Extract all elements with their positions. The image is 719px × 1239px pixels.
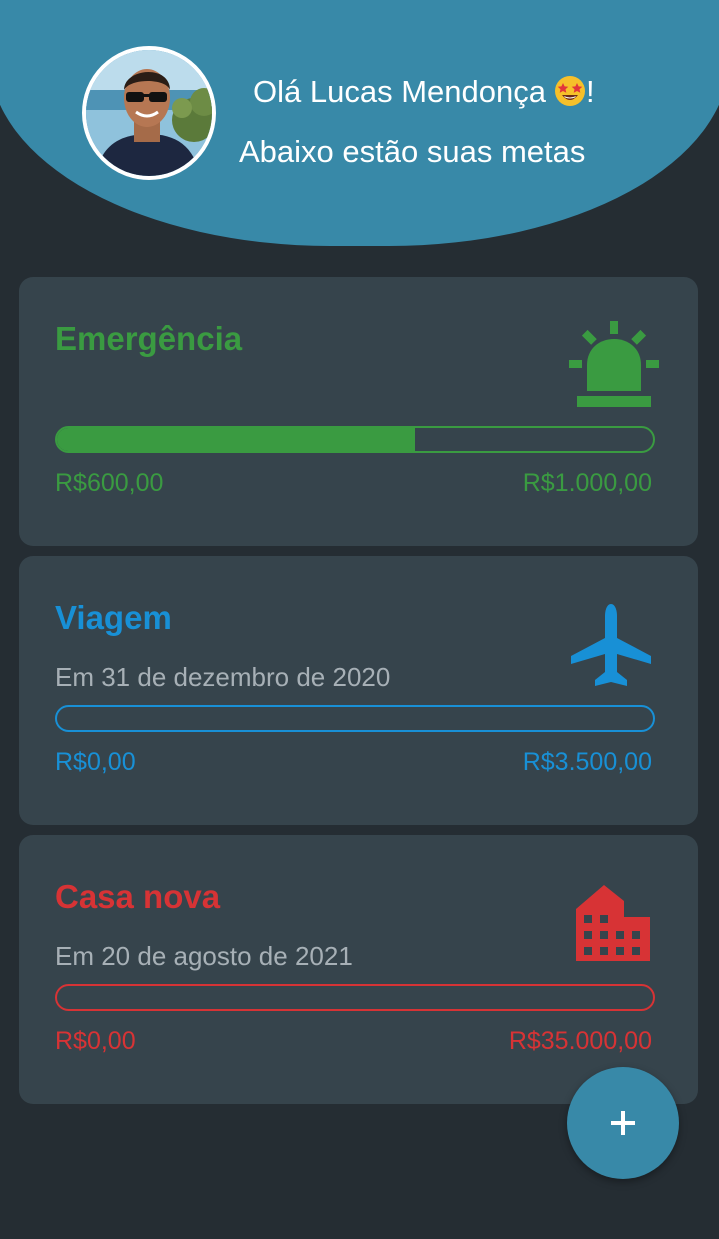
goal-card-emergencia[interactable]: Emergência R$600,00 R$1.000,00 [19,277,698,546]
goal-title: Casa nova [55,878,221,915]
add-goal-button[interactable] [567,1067,679,1179]
avatar[interactable] [82,46,216,180]
plus-icon [611,1111,635,1135]
goal-title: Emergência [55,320,243,357]
subtitle-text: Abaixo estão suas metas [239,134,586,169]
building-icon [576,885,650,961]
target-amount: R$1.000,00 [522,469,652,497]
progress-bar-fill [57,428,415,451]
goal-title: Viagem [55,599,172,636]
current-amount: R$0,00 [55,748,136,776]
current-amount: R$0,00 [55,1027,136,1055]
current-amount: R$600,00 [55,469,164,497]
airplane-icon [571,604,651,686]
siren-icon [569,321,659,407]
greeting-name: Olá Lucas Mendonça [253,74,546,109]
progress-bar [55,984,655,1011]
target-amount: R$3.500,00 [522,748,652,776]
goal-date: Em 31 de dezembro de 2020 [55,662,391,692]
target-amount: R$35.000,00 [508,1027,652,1055]
goal-card-casa-nova[interactable]: Casa nova Em 20 de agosto de 2021 R$0,00… [19,835,698,1104]
greeting-text: Olá Lucas Mendonça ! [253,74,653,110]
progress-bar [55,426,655,453]
goal-card-viagem[interactable]: Viagem Em 31 de dezembro de 2020 R$0,00 … [19,556,698,825]
goal-date: Em 20 de agosto de 2021 [55,941,353,971]
progress-bar [55,705,655,732]
star-struck-emoji-icon [554,76,585,106]
greeting-suffix: ! [585,74,595,109]
avatar-photo [86,50,212,176]
goals-screen: Olá Lucas Mendonça ! Abaixo estão suas m… [0,0,719,1239]
